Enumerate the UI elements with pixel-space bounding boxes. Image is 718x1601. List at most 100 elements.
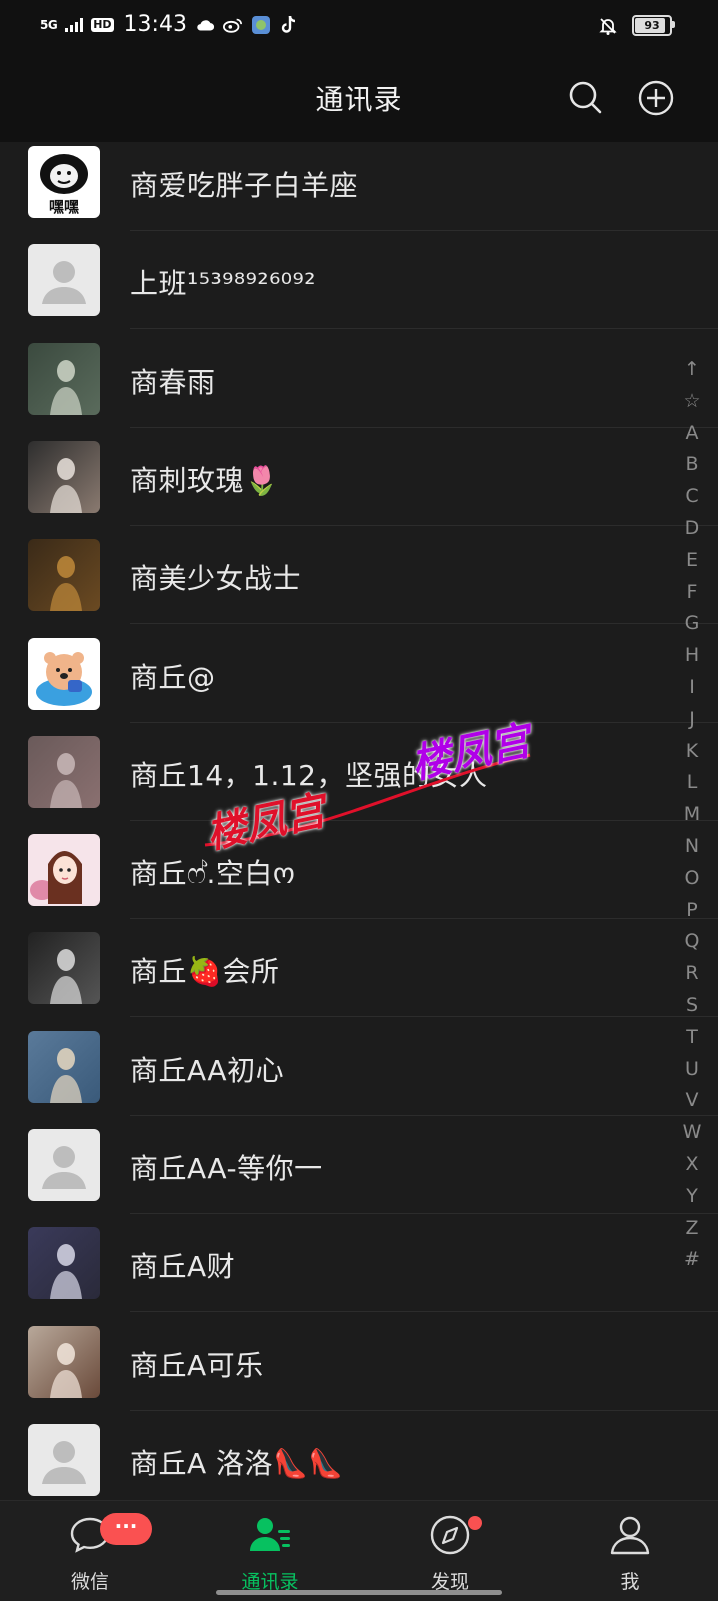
bell-off-icon: [598, 16, 618, 36]
contact-name: 商爱吃胖子白羊座: [130, 169, 359, 202]
index-letter[interactable]: A: [674, 418, 710, 450]
avatar: [28, 539, 100, 612]
avatar: [28, 1423, 100, 1496]
page-title: 通讯录: [315, 83, 403, 116]
weibo-icon: [222, 15, 243, 35]
search-button[interactable]: [566, 78, 606, 118]
index-letter[interactable]: W: [674, 1117, 710, 1149]
avatar: [28, 440, 100, 513]
contact-row[interactable]: 商丘@: [0, 634, 718, 734]
index-letter[interactable]: U: [674, 1054, 710, 1086]
tab-contacts[interactable]: 通讯录: [180, 1501, 360, 1601]
hd-badge: HD: [91, 17, 114, 32]
index-letter[interactable]: Q: [674, 926, 710, 958]
contact-name: 商丘A财: [130, 1250, 236, 1284]
divider: [130, 1114, 718, 1116]
contact-name: 上班¹⁵³⁹⁸⁹²⁶⁰⁹²: [130, 267, 316, 301]
index-letter[interactable]: V: [674, 1085, 710, 1117]
tiktok-icon: [279, 15, 299, 35]
contact-row[interactable]: 商丘A可乐: [0, 1322, 718, 1422]
index-letter[interactable]: P: [674, 895, 710, 927]
contact-name: 商丘AA-等你一: [130, 1152, 323, 1185]
divider: [130, 426, 718, 428]
contact-row[interactable]: 商丘AA-等你一: [0, 1125, 718, 1225]
index-letter[interactable]: M: [674, 799, 710, 831]
add-button[interactable]: [636, 78, 676, 118]
contacts-icon: [248, 1513, 292, 1557]
contact-name: 商春雨: [130, 365, 216, 399]
avatar: [28, 1227, 100, 1300]
index-letter[interactable]: ☆: [674, 386, 710, 418]
status-left: 5G HD 13:43: [40, 12, 299, 37]
divider: [130, 721, 718, 723]
contact-row[interactable]: 商春雨: [0, 339, 718, 439]
contact-name: 商丘AA初心: [130, 1053, 285, 1087]
index-letter[interactable]: N: [674, 831, 710, 863]
index-letter[interactable]: K: [674, 736, 710, 768]
index-letter[interactable]: X: [674, 1149, 710, 1181]
tab-label: 我: [620, 1571, 640, 1593]
signal-icon: [65, 17, 84, 32]
index-letter[interactable]: H: [674, 640, 710, 672]
divider: [130, 230, 718, 231]
contact-name: 商丘A 洛洛👠👠: [130, 1446, 344, 1480]
divider: [130, 918, 718, 920]
plus-circle-icon: [638, 80, 674, 116]
avatar: [28, 342, 100, 415]
index-letter[interactable]: R: [674, 958, 710, 990]
contact-row[interactable]: 商丘🍓会所: [0, 928, 718, 1028]
status-right: 93: [598, 15, 675, 36]
contact-name: 商美少女战士: [130, 562, 302, 596]
divider: [130, 328, 718, 330]
divider: [130, 1409, 718, 1411]
divider: [130, 524, 718, 526]
alphabet-index[interactable]: ↑ ☆ A B C D E F G H I J K L M N O P Q R S T U V W X Y Z #: [674, 354, 710, 1276]
index-letter[interactable]: C: [674, 481, 710, 513]
tab-bar: 微信 ··· 通讯录 发现 我: [0, 1500, 718, 1601]
compass-icon: [428, 1513, 472, 1557]
tab-discover[interactable]: 发现: [360, 1501, 540, 1601]
index-letter[interactable]: L: [674, 767, 710, 799]
contact-row[interactable]: 商丘AA初心: [0, 1027, 718, 1127]
avatar: [28, 834, 100, 907]
index-letter[interactable]: J: [674, 704, 710, 736]
index-letter[interactable]: T: [674, 1022, 710, 1054]
status-bar: 5G HD 13:43 93: [0, 0, 718, 56]
divider: [130, 623, 718, 625]
index-letter[interactable]: B: [674, 449, 710, 481]
contact-row[interactable]: 上班¹⁵³⁹⁸⁹²⁶⁰⁹²: [0, 240, 718, 340]
avatar: [28, 1325, 100, 1398]
divider: [130, 1311, 718, 1313]
index-letter[interactable]: F: [674, 577, 710, 609]
index-letter[interactable]: Y: [674, 1181, 710, 1213]
avatar: 嘿嘿: [28, 146, 100, 218]
index-letter[interactable]: I: [674, 672, 710, 704]
battery-icon: 93: [632, 15, 675, 36]
clock: 13:43: [123, 12, 187, 37]
globe-app-icon: [251, 15, 271, 35]
index-letter[interactable]: #: [674, 1244, 710, 1276]
index-letter[interactable]: O: [674, 863, 710, 895]
contact-name: 商刺玫瑰🌷: [130, 463, 280, 497]
contact-row[interactable]: 嘿嘿 商爱吃胖子白羊座: [0, 142, 718, 242]
index-letter[interactable]: E: [674, 545, 710, 577]
avatar: [28, 1129, 100, 1201]
tab-chats[interactable]: 微信: [0, 1501, 180, 1601]
tab-me[interactable]: 我: [540, 1501, 718, 1601]
divider: [130, 1016, 718, 1018]
contact-row[interactable]: 商美少女战士: [0, 535, 718, 635]
contact-name: 商丘@: [130, 660, 216, 694]
index-letter[interactable]: D: [674, 513, 710, 545]
avatar: [28, 1030, 100, 1103]
contact-row[interactable]: 商刺玫瑰🌷: [0, 437, 718, 537]
index-letter[interactable]: Z: [674, 1213, 710, 1245]
home-indicator[interactable]: [216, 1590, 502, 1595]
contact-row[interactable]: 商丘A 洛洛👠👠: [0, 1420, 718, 1500]
index-letter[interactable]: ↑: [674, 354, 710, 386]
index-letter[interactable]: S: [674, 990, 710, 1022]
index-letter[interactable]: G: [674, 608, 710, 640]
network-label: 5G: [40, 17, 58, 32]
notification-dot: [468, 1516, 482, 1530]
contact-row[interactable]: 商丘A财: [0, 1223, 718, 1323]
contact-name: 商丘A可乐: [130, 1348, 264, 1382]
